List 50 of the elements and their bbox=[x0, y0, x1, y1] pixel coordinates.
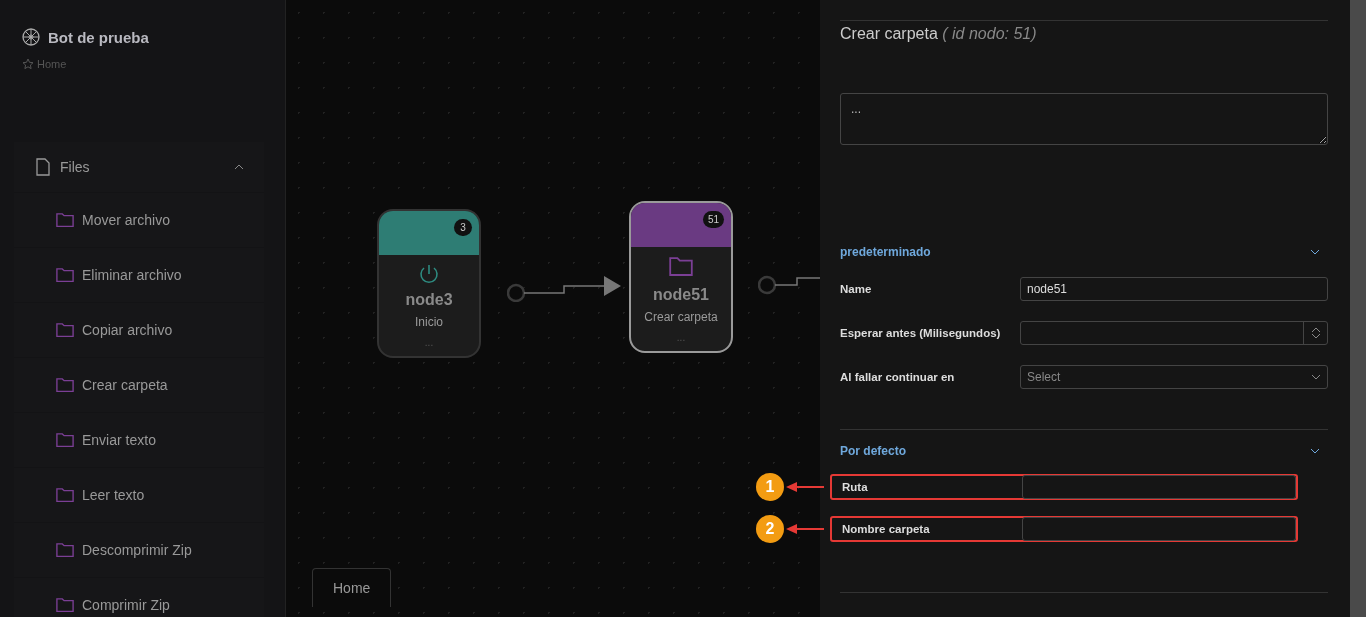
chevron-icon bbox=[1310, 448, 1320, 454]
sidebar-item[interactable]: Crear carpeta bbox=[14, 357, 264, 412]
section-header[interactable]: Por defecto bbox=[840, 430, 1328, 466]
select-field[interactable]: Select bbox=[1020, 365, 1328, 389]
folder-icon bbox=[56, 322, 74, 338]
field-label: Ruta bbox=[842, 481, 869, 493]
home-tab[interactable]: Home bbox=[312, 568, 392, 607]
sidebar-item[interactable]: Comprimir Zip bbox=[14, 577, 264, 617]
folder-icon bbox=[56, 377, 74, 393]
input-field[interactable] bbox=[1022, 517, 1296, 541]
panel-title: Crear carpeta ( id nodo: 51) bbox=[840, 25, 1038, 43]
connector-drawing bbox=[758, 274, 820, 296]
arrow-icon bbox=[784, 524, 824, 534]
sidebar-item[interactable]: Mover archivo bbox=[14, 192, 264, 247]
flow-node[interactable]: 51 node51 Crear carpeta ... bbox=[629, 201, 733, 354]
field-label: Nombre carpeta bbox=[842, 523, 931, 535]
folder-icon bbox=[56, 267, 74, 283]
input-field[interactable]: node51 bbox=[1020, 277, 1328, 301]
field-label: Esperar antes (Milisegundos) bbox=[840, 327, 1002, 339]
number-field[interactable] bbox=[1020, 321, 1328, 345]
node-badge: 51 bbox=[702, 211, 724, 228]
chevron-icon bbox=[234, 164, 244, 170]
sidebar-item[interactable]: Leer texto bbox=[14, 467, 264, 522]
description-field[interactable]: ... bbox=[840, 93, 1328, 145]
bot-title: Bot de prueba bbox=[48, 28, 149, 46]
folder-icon bbox=[56, 597, 74, 613]
chevron-icon bbox=[1310, 249, 1320, 255]
folder-icon bbox=[669, 257, 693, 277]
chevron-icon bbox=[1311, 374, 1321, 380]
file-icon bbox=[36, 158, 50, 176]
arrow-icon bbox=[784, 482, 824, 492]
sidebar-item[interactable]: Descomprimir Zip bbox=[14, 522, 264, 577]
sidebar-item[interactable]: Copiar archivo bbox=[14, 302, 264, 357]
folder-icon bbox=[56, 212, 74, 228]
folder-icon bbox=[56, 542, 74, 558]
sidebar-item[interactable]: Eliminar archivo bbox=[14, 247, 264, 302]
files-group-header[interactable]: Files bbox=[14, 142, 264, 192]
node-badge: 3 bbox=[454, 219, 472, 236]
field-label: Name bbox=[840, 283, 873, 295]
sidebar-item[interactable]: Enviar texto bbox=[14, 412, 264, 467]
section-header[interactable]: predeterminado bbox=[840, 245, 1328, 267]
power-icon bbox=[418, 263, 440, 285]
folder-icon bbox=[56, 487, 74, 503]
field-label: Al fallar continuar en bbox=[840, 371, 956, 383]
flow-node[interactable]: 3 node3 Inicio ... bbox=[377, 209, 481, 358]
wheel-icon bbox=[22, 28, 40, 46]
input-field[interactable] bbox=[1022, 475, 1296, 499]
star-icon bbox=[22, 58, 34, 70]
folder-icon bbox=[56, 432, 74, 448]
scrollbar[interactable] bbox=[1350, 0, 1366, 617]
